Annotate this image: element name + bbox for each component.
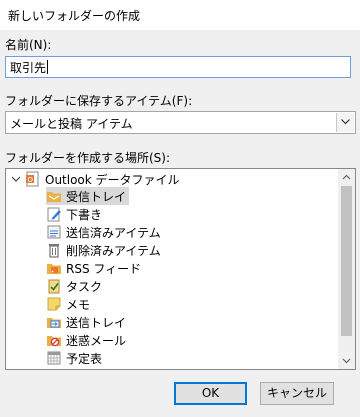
- ok-button[interactable]: OK: [174, 382, 247, 405]
- items-label: フォルダーに保存するアイテム(F):: [5, 94, 193, 108]
- tree-item-notes[interactable]: メモ: [46, 295, 90, 313]
- tree-item-outbox[interactable]: 送信トレイ: [46, 313, 126, 331]
- tasks-icon: [46, 278, 62, 294]
- notes-icon: [46, 296, 62, 312]
- sent-items-icon: [46, 224, 62, 240]
- tree-item-label: タスク: [66, 279, 103, 294]
- tree-item-deleted-items[interactable]: 削除済みアイテム: [46, 241, 161, 259]
- tree-item-label: 送信トレイ: [66, 315, 127, 330]
- item-type-value: メールと投稿 アイテム: [10, 117, 133, 131]
- text-caret: [47, 60, 49, 74]
- tree-item-label: 受信トレイ: [66, 189, 127, 204]
- name-input[interactable]: 取引先: [5, 56, 351, 78]
- name-input-value: 取引先: [10, 61, 47, 75]
- chevron-down-icon[interactable]: [11, 174, 21, 184]
- tree-scrollbar[interactable]: [338, 169, 355, 369]
- outlook-data-file-icon: O: [25, 171, 41, 187]
- tree-root-outlook-data-file[interactable]: O Outlook データファイル: [25, 170, 180, 188]
- tree-item-label: RSS フィード: [66, 261, 142, 276]
- tree-item-junk-email[interactable]: 迷惑メール: [46, 331, 126, 349]
- chevron-down-icon: [342, 358, 351, 364]
- calendar-icon: [46, 350, 62, 366]
- junk-email-icon: [46, 332, 62, 348]
- chevron-up-icon: [342, 174, 351, 180]
- tree-item-rss-feeds[interactable]: RSS フィード: [46, 259, 141, 277]
- tree-item-inbox[interactable]: 受信トレイ: [46, 187, 130, 205]
- tree-item-label: メモ: [66, 297, 91, 312]
- scroll-up-button[interactable]: [338, 169, 355, 186]
- tree-item-sent-items[interactable]: 送信済みアイテム: [46, 223, 161, 241]
- name-label: 名前(N):: [5, 38, 52, 52]
- location-label: フォルダーを作成する場所(S):: [5, 151, 171, 165]
- outbox-icon: [46, 314, 62, 330]
- inbox-icon: [46, 188, 62, 204]
- tree-item-label: 削除済みアイテム: [66, 243, 161, 258]
- svg-text:O: O: [28, 176, 34, 184]
- tree-item-label: 下書き: [66, 207, 103, 222]
- tree-item-label: 送信済みアイテム: [66, 225, 161, 240]
- tree-root-label: Outlook データファイル: [45, 172, 180, 187]
- tree-item-tasks[interactable]: タスク: [46, 277, 102, 295]
- tree-item-label: 迷惑メール: [66, 333, 127, 348]
- dropdown-button[interactable]: [336, 113, 354, 132]
- drafts-icon: [46, 206, 62, 222]
- cancel-button[interactable]: キャンセル: [260, 382, 334, 405]
- chevron-down-icon: [341, 119, 350, 125]
- scroll-down-button[interactable]: [338, 352, 355, 369]
- tree-item-label: 予定表: [66, 351, 103, 366]
- scroll-thumb[interactable]: [341, 186, 352, 336]
- window-title: 新しいフォルダーの作成: [8, 9, 141, 23]
- selection-highlight: 受信トレイ: [46, 187, 130, 205]
- title-bar: 新しいフォルダーの作成: [0, 0, 360, 30]
- folder-tree[interactable]: O Outlook データファイル 受信トレイ 下書き 送信済みアイテム 削除済…: [5, 168, 356, 370]
- rss-icon: [46, 260, 62, 276]
- item-type-select[interactable]: メールと投稿 アイテム: [5, 111, 356, 134]
- tree-item-calendar[interactable]: 予定表: [46, 349, 102, 367]
- tree-item-drafts[interactable]: 下書き: [46, 205, 102, 223]
- deleted-items-icon: [46, 242, 62, 258]
